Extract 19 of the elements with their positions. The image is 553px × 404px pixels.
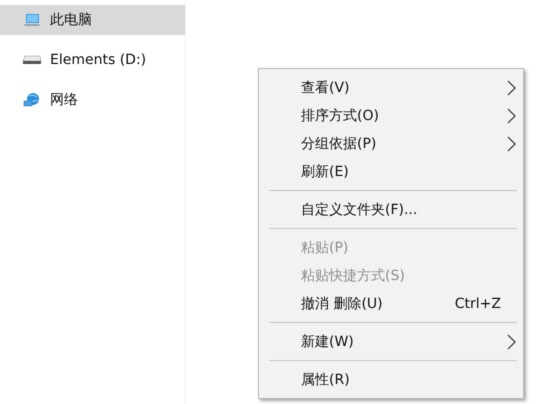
menu-item[interactable]: 属性(R): [259, 366, 523, 394]
menu-item[interactable]: 排序方式(O): [259, 102, 523, 130]
drive-icon: [22, 55, 42, 65]
chevron-right-icon: [505, 136, 517, 152]
menu-item[interactable]: 查看(V): [259, 74, 523, 102]
chevron-right-icon: [505, 334, 517, 350]
nav-item[interactable]: 此电脑: [0, 5, 185, 35]
menu-item[interactable]: 刷新(E): [259, 158, 523, 186]
nav-item[interactable]: Elements (D:): [0, 45, 185, 75]
menu-item[interactable]: 新建(W): [259, 328, 523, 356]
chevron-right-icon: [505, 108, 517, 124]
nav-item[interactable]: 网络: [0, 85, 185, 115]
menu-item[interactable]: 自定义文件夹(F)...: [259, 196, 523, 224]
shortcut-text: Ctrl+Z: [454, 296, 501, 312]
computer-icon: [23, 12, 41, 28]
network-icon: [23, 92, 41, 108]
menu-item[interactable]: 撤消 删除(U) Ctrl+Z: [259, 290, 523, 318]
menu-item[interactable]: 分组依据(P): [259, 130, 523, 158]
chevron-right-icon: [505, 80, 517, 96]
